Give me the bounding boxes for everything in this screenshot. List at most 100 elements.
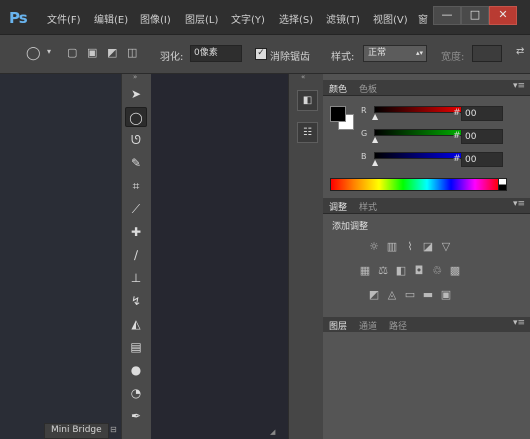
- feather-label: 羽化:: [160, 52, 184, 63]
- quick-select-tool-icon[interactable]: ✎: [125, 153, 147, 173]
- clone-stamp-tool-icon[interactable]: ⊥: [125, 268, 147, 288]
- foreground-color-swatch-front[interactable]: [330, 106, 346, 122]
- levels-icon[interactable]: ▥: [386, 241, 398, 253]
- properties-panel-icon[interactable]: ☷: [297, 122, 318, 143]
- green-value-input[interactable]: 00: [461, 129, 503, 144]
- invert-icon[interactable]: ◩: [368, 289, 380, 301]
- brightness-icon[interactable]: ☼: [368, 241, 380, 253]
- green-slider-thumb-icon[interactable]: ▲: [372, 135, 378, 144]
- options-bar: ◯ ▾ ▢ ▣ ◩ ◫ 羽化: 0像素 ✓ 消除锯齿 样式: 正常 ▴▾ 宽度:…: [0, 35, 530, 74]
- intersect-selection-icon[interactable]: ◫: [127, 46, 137, 59]
- color-panel-tabs: 颜色 色板 ▾≡: [323, 80, 530, 96]
- green-hash-label: #: [453, 131, 461, 141]
- exposure-icon[interactable]: ◪: [422, 241, 434, 253]
- expand-icon[interactable]: «: [301, 73, 305, 81]
- brush-tool-icon[interactable]: ∕: [125, 245, 147, 265]
- timeline-icon[interactable]: ⊟: [110, 425, 117, 434]
- blue-channel-label: B: [361, 152, 367, 161]
- red-slider-thumb-icon[interactable]: ▲: [372, 112, 378, 121]
- marquee-tool-icon[interactable]: ◯: [125, 107, 147, 127]
- antialias-checkbox[interactable]: ✓: [255, 48, 267, 60]
- tab-styles[interactable]: 样式: [359, 200, 377, 213]
- menu-type[interactable]: 文字(Y): [231, 11, 265, 26]
- gradient-tool-icon[interactable]: ▤: [125, 337, 147, 357]
- tab-color[interactable]: 颜色: [329, 82, 347, 95]
- feather-input[interactable]: 0像素: [190, 45, 242, 62]
- photo-filter-icon[interactable]: ◘: [413, 265, 425, 277]
- menu-file[interactable]: 文件(F): [47, 11, 81, 26]
- mini-bridge-tab[interactable]: Mini Bridge: [44, 423, 109, 439]
- posterize-icon[interactable]: ◬: [386, 289, 398, 301]
- color-balance-icon[interactable]: ⚖: [377, 265, 389, 277]
- menu-view[interactable]: 视图(V): [373, 11, 408, 26]
- dodge-tool-icon[interactable]: ◔: [125, 383, 147, 403]
- subtract-selection-icon[interactable]: ◩: [107, 46, 117, 59]
- move-tool-icon[interactable]: ➤: [125, 84, 147, 104]
- add-selection-icon[interactable]: ▣: [87, 46, 97, 59]
- color-lookup-icon[interactable]: ▩: [449, 265, 461, 277]
- tool-preset-arrow-icon[interactable]: ▾: [47, 47, 51, 56]
- crop-tool-icon[interactable]: ⌗: [125, 176, 147, 196]
- menu-layer[interactable]: 图层(L): [185, 11, 218, 26]
- color-spectrum-bar[interactable]: [330, 178, 500, 191]
- collapse-icon[interactable]: »: [133, 73, 137, 81]
- red-channel-label: R: [361, 106, 367, 115]
- selective-color-icon[interactable]: ▣: [440, 289, 452, 301]
- minimize-button[interactable]: —: [433, 6, 461, 25]
- width-label: 宽度:: [441, 52, 465, 63]
- blue-value-input[interactable]: 00: [461, 152, 503, 167]
- menu-bar: Ps 文件(F) 编辑(E) 图像(I) 图层(L) 文字(Y) 选择(S) 滤…: [0, 0, 530, 35]
- menu-window[interactable]: 窗: [418, 11, 428, 26]
- collapsed-panel-dock: « ◧ ☷: [288, 73, 324, 439]
- width-input[interactable]: [472, 45, 502, 62]
- style-select[interactable]: 正常 ▴▾: [363, 45, 427, 62]
- black-white-icon[interactable]: ◧: [395, 265, 407, 277]
- menu-edit[interactable]: 编辑(E): [94, 11, 128, 26]
- eraser-tool-icon[interactable]: ◭: [125, 314, 147, 334]
- blur-tool-icon[interactable]: ●: [125, 360, 147, 380]
- panel-menu-icon-3[interactable]: ▾≡: [513, 318, 525, 328]
- hue-saturation-icon[interactable]: ▦: [359, 265, 371, 277]
- new-selection-icon[interactable]: ▢: [67, 46, 77, 59]
- healing-brush-tool-icon[interactable]: ✚: [125, 222, 147, 242]
- tab-paths[interactable]: 路径: [389, 319, 407, 332]
- menu-filter[interactable]: 滤镜(T): [326, 11, 360, 26]
- tab-adjustments[interactable]: 调整: [329, 200, 347, 213]
- channel-mixer-icon[interactable]: ♲: [431, 265, 443, 277]
- swap-icon[interactable]: ⇄: [516, 46, 524, 57]
- photoshop-window: Ps 文件(F) 编辑(E) 图像(I) 图层(L) 文字(Y) 选择(S) 滤…: [0, 0, 530, 439]
- history-panel-icon[interactable]: ◧: [297, 90, 318, 111]
- vibrance-icon[interactable]: ▽: [440, 241, 452, 253]
- panel-column: 颜色 色板 ▾≡ R ▲ # 00 G ▲ # 00 B ▲ # 00 调整 样…: [323, 74, 530, 439]
- tools-panel: » ➤ ◯ ᘎ ✎ ⌗ ⟋ ✚ ∕ ⊥ ↯ ◭ ▤ ● ◔ ✒: [121, 73, 152, 439]
- gradient-map-icon[interactable]: ▬: [422, 289, 434, 301]
- red-value-input[interactable]: 00: [461, 106, 503, 121]
- panel-menu-icon[interactable]: ▾≡: [513, 81, 525, 91]
- tab-layers[interactable]: 图层: [329, 319, 347, 332]
- lasso-tool-icon[interactable]: ᘎ: [125, 130, 147, 150]
- layers-list[interactable]: [323, 332, 530, 439]
- history-brush-tool-icon[interactable]: ↯: [125, 291, 147, 311]
- eyedropper-tool-icon[interactable]: ⟋: [125, 199, 147, 219]
- threshold-icon[interactable]: ▭: [404, 289, 416, 301]
- adjust-panel-title: 添加调整: [332, 222, 369, 232]
- black-white-swatch[interactable]: [498, 178, 507, 191]
- tab-swatches[interactable]: 色板: [359, 82, 377, 95]
- maximize-button[interactable]: □: [461, 6, 489, 25]
- antialias-label: 消除锯齿: [270, 52, 310, 63]
- curves-icon[interactable]: ⌇: [404, 241, 416, 253]
- app-logo: Ps: [9, 9, 28, 27]
- close-button[interactable]: ✕: [489, 6, 517, 25]
- resize-grip-icon[interactable]: ◢: [270, 428, 275, 436]
- canvas[interactable]: [151, 74, 288, 439]
- panel-menu-icon-2[interactable]: ▾≡: [513, 199, 525, 209]
- document-area[interactable]: [0, 74, 121, 439]
- menu-select[interactable]: 选择(S): [279, 11, 313, 26]
- style-select-value: 正常: [368, 48, 387, 58]
- menu-image[interactable]: 图像(I): [140, 11, 171, 26]
- blue-slider-thumb-icon[interactable]: ▲: [372, 158, 378, 167]
- ellipse-marquee-icon[interactable]: ◯: [26, 46, 41, 61]
- pen-tool-icon[interactable]: ✒: [125, 406, 147, 426]
- tab-channels[interactable]: 通道: [359, 319, 377, 332]
- layers-panel-tabs: 图层 通道 路径 ▾≡: [323, 317, 530, 333]
